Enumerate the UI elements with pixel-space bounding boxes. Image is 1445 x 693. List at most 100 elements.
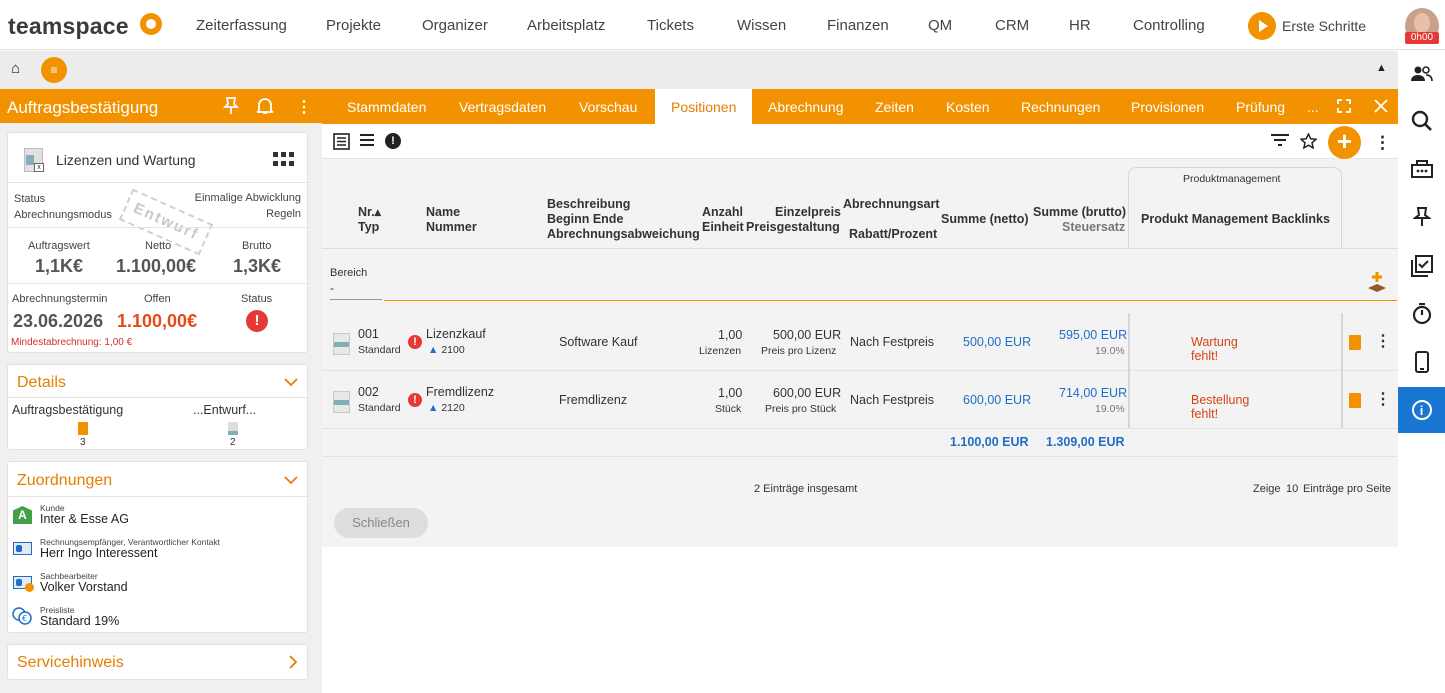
tab-provisionen[interactable]: Provisionen (1131, 99, 1204, 115)
tasks-icon[interactable] (1398, 243, 1445, 289)
cell-summe-netto: 500,00 EUR (963, 335, 1032, 349)
zuordnung-value[interactable]: Volker Vorstand (40, 580, 128, 594)
info-icon[interactable]: i (1398, 387, 1445, 433)
list-view-icon[interactable] (359, 133, 375, 151)
chevron-right-icon[interactable] (289, 655, 298, 672)
cell-name[interactable]: Lizenzkauf (426, 327, 486, 342)
tab-pruefung[interactable]: Prüfung (1236, 99, 1285, 115)
brutto-value: 1,3K€ (233, 256, 282, 276)
home-icon[interactable]: ⌂ (11, 60, 20, 77)
cell-name[interactable]: Fremdlizenz (426, 385, 494, 400)
zuordnung-value[interactable]: Herr Ingo Interessent (40, 546, 157, 560)
header-pm-backlinks[interactable]: Produkt Management Backlinks (1141, 212, 1330, 227)
details-title[interactable]: Details (17, 374, 66, 392)
add-section-icon[interactable] (1367, 272, 1387, 297)
header-preisgestaltung[interactable]: Preisgestaltung (746, 220, 840, 235)
tab-zeiten[interactable]: Zeiten (875, 99, 914, 115)
app-logo[interactable]: teamspace (8, 13, 129, 40)
nav-organizer[interactable]: Organizer (422, 17, 488, 34)
tab-vertragsdaten[interactable]: Vertragsdaten (459, 99, 546, 115)
tab-kosten[interactable]: Kosten (946, 99, 990, 115)
nav-hr[interactable]: HR (1069, 17, 1091, 34)
mobile-icon[interactable] (1398, 339, 1445, 385)
header-anzahl[interactable]: Anzahl (702, 205, 743, 220)
tab-vorschau[interactable]: Vorschau (579, 99, 637, 115)
bell-icon[interactable] (256, 97, 274, 120)
contacts-icon[interactable] (1398, 51, 1445, 97)
header-summe-netto[interactable]: Summe (netto) (941, 212, 1029, 227)
nav-qm[interactable]: QM (928, 17, 952, 34)
detail-view-icon[interactable] (333, 133, 350, 154)
table-row[interactable]: 001 Standard ! Lizenzkauf ▲ 2100 Softwar… (322, 313, 1398, 371)
collapse-icon[interactable]: ▲ (1376, 62, 1387, 74)
nav-finanzen[interactable]: Finanzen (827, 17, 889, 34)
delete-icon[interactable] (1349, 335, 1361, 350)
zuordnung-value[interactable]: Inter & Esse AG (40, 512, 129, 526)
header-summe-brutto[interactable]: Summe (brutto) (1033, 205, 1126, 220)
header-nummer[interactable]: Nummer (426, 220, 477, 235)
pin-icon[interactable] (222, 97, 240, 120)
cell-summe-netto: 600,00 EUR (963, 393, 1032, 407)
bereich-value[interactable]: - (330, 281, 334, 295)
header-nr[interactable]: Nr.▴ (358, 205, 381, 220)
cell-pm-status[interactable]: Bestellung (1191, 393, 1249, 408)
zuordnung-value[interactable]: Standard 19% (40, 614, 119, 628)
header-beschreibung[interactable]: Beschreibung (547, 197, 630, 212)
fullscreen-icon[interactable] (1337, 99, 1351, 116)
chevron-down-icon[interactable] (284, 374, 298, 390)
star-icon[interactable] (1299, 132, 1318, 153)
header-steuersatz[interactable]: Steuersatz (1062, 220, 1125, 235)
header-einzelpreis[interactable]: Einzelpreis (775, 205, 841, 220)
tab-more[interactable]: ... (1307, 99, 1319, 115)
more-vert-icon[interactable]: ⋮ (1374, 133, 1391, 153)
delete-icon[interactable] (1349, 393, 1361, 408)
search-icon[interactable] (1398, 98, 1445, 144)
warning-filter-icon[interactable]: ! (385, 133, 401, 149)
nav-arbeitsplatz[interactable]: Arbeitsplatz (527, 17, 605, 34)
tab-positionen[interactable]: Positionen (655, 89, 753, 124)
header-rabatt[interactable]: Rabatt/Prozent (849, 227, 937, 242)
more-vert-icon[interactable]: ⋮ (1375, 331, 1391, 351)
header-einheit[interactable]: Einheit (702, 220, 744, 235)
timer-icon[interactable] (1398, 291, 1445, 337)
more-vert-icon[interactable]: ⋮ (1375, 389, 1391, 409)
nav-tickets[interactable]: Tickets (647, 17, 694, 34)
nav-controlling[interactable]: Controlling (1133, 17, 1205, 34)
header-abrechnungsabweichung[interactable]: Abrechnungsabweichung (547, 227, 700, 242)
netto-label: Netto (145, 240, 172, 252)
cell-pm-status-suffix[interactable]: fehlt! (1191, 407, 1218, 422)
erste-schritte-button[interactable]: Erste Schritte (1248, 12, 1366, 40)
tab-rechnungen[interactable]: Rechnungen (1021, 99, 1100, 115)
page-size-select[interactable]: 10 (1286, 483, 1298, 495)
add-position-button[interactable]: + (1328, 126, 1361, 159)
nav-projekte[interactable]: Projekte (326, 17, 381, 34)
nav-crm[interactable]: CRM (995, 17, 1029, 34)
erste-schritte-label: Erste Schritte (1282, 18, 1367, 34)
document-draft-icon[interactable] (228, 422, 238, 435)
cell-pm-status-suffix[interactable]: fehlt! (1191, 349, 1218, 364)
menu-icon[interactable]: ≡ (41, 57, 67, 83)
close-button[interactable]: Schließen (334, 508, 428, 538)
employee-card-icon (13, 576, 34, 592)
header-abrechnungsart[interactable]: Abrechnungsart (843, 197, 940, 212)
zuordnungen-title[interactable]: Zuordnungen (17, 472, 112, 490)
nav-wissen[interactable]: Wissen (737, 17, 786, 34)
tab-abrechnung[interactable]: Abrechnung (768, 99, 844, 115)
inbox-icon[interactable] (1398, 146, 1445, 192)
close-icon[interactable] (1374, 99, 1388, 116)
header-name[interactable]: Name (426, 205, 460, 220)
table-row[interactable]: 002 Standard ! Fremdlizenz ▲ 2120 Fremdl… (322, 371, 1398, 429)
servicehinweis-title[interactable]: Servicehinweis (17, 654, 124, 672)
more-vert-icon[interactable]: ⋮ (296, 97, 312, 117)
nav-zeiterfassung[interactable]: Zeiterfassung (196, 17, 287, 34)
servicehinweis-card[interactable]: Servicehinweis (7, 644, 308, 680)
document-orange-icon[interactable] (78, 422, 88, 435)
tab-stammdaten[interactable]: Stammdaten (347, 99, 426, 115)
pin-icon[interactable] (1398, 194, 1445, 240)
filter-icon[interactable] (1270, 133, 1290, 151)
cell-pm-status[interactable]: Wartung (1191, 335, 1238, 350)
header-typ[interactable]: Typ (358, 220, 379, 235)
grid-view-icon[interactable] (273, 152, 294, 170)
chevron-down-icon[interactable] (284, 472, 298, 488)
header-beginn-ende[interactable]: Beginn Ende (547, 212, 623, 227)
